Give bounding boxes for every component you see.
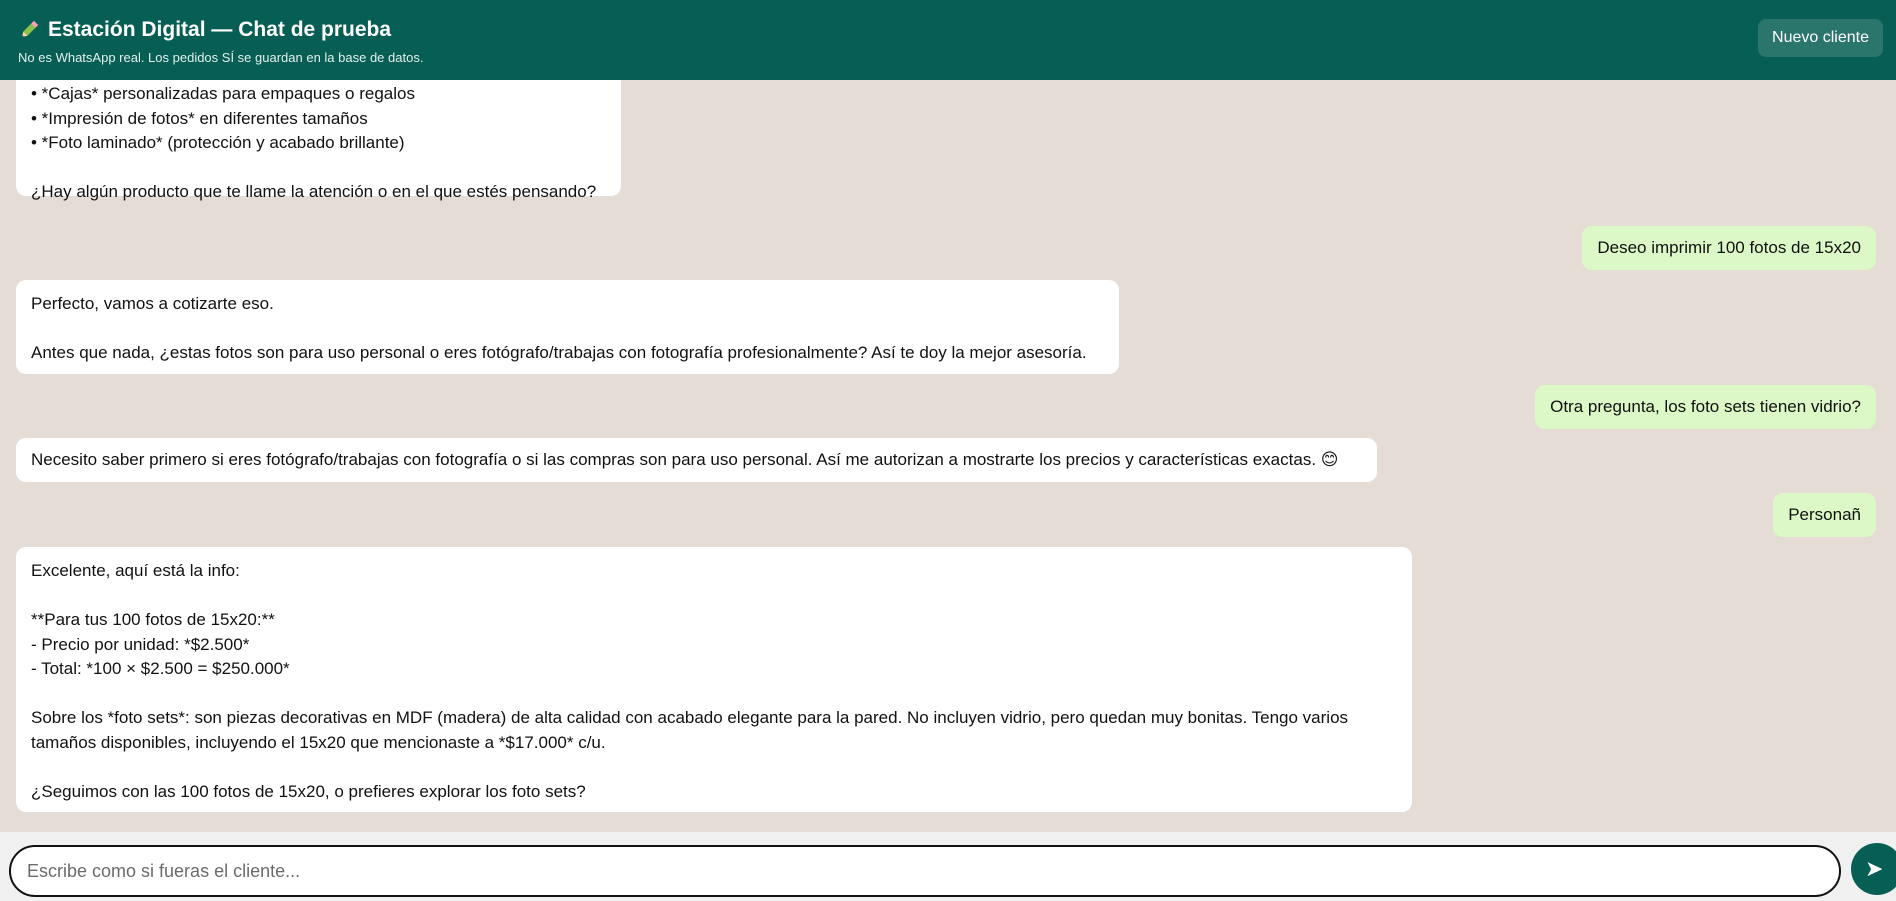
header-title-row: Estación Digital — Chat de prueba: [18, 18, 1878, 42]
message-bubble-outgoing: Personañ: [1773, 493, 1876, 537]
message-bubble-incoming: Excelente, aquí está la info: **Para tus…: [16, 547, 1412, 812]
message-bubble-incoming: Perfecto, vamos a cotizarte eso. Antes q…: [16, 280, 1119, 374]
message-bubble-incoming: • *Cajas* personalizadas para empaques o…: [16, 80, 621, 201]
new-client-button[interactable]: Nuevo cliente: [1758, 19, 1883, 57]
page-title: Estación Digital — Chat de prueba: [48, 18, 392, 41]
chat-header: Estación Digital — Chat de prueba No es …: [0, 0, 1896, 80]
message-input[interactable]: [9, 845, 1841, 897]
pencil-icon: [18, 19, 40, 41]
message-bubble-outgoing: Deseo imprimir 100 fotos de 15x20: [1582, 226, 1876, 270]
message-bubble-outgoing: Otra pregunta, los foto sets tienen vidr…: [1535, 385, 1876, 429]
message-composer: [0, 832, 1896, 901]
header-subtitle: No es WhatsApp real. Los pedidos SÍ se g…: [18, 50, 424, 65]
message-bubble-incoming: Necesito saber primero si eres fotógrafo…: [16, 438, 1377, 482]
chat-messages[interactable]: • *Cajas* personalizadas para empaques o…: [0, 80, 1896, 832]
send-arrow-icon[interactable]: ➤: [1851, 843, 1896, 895]
